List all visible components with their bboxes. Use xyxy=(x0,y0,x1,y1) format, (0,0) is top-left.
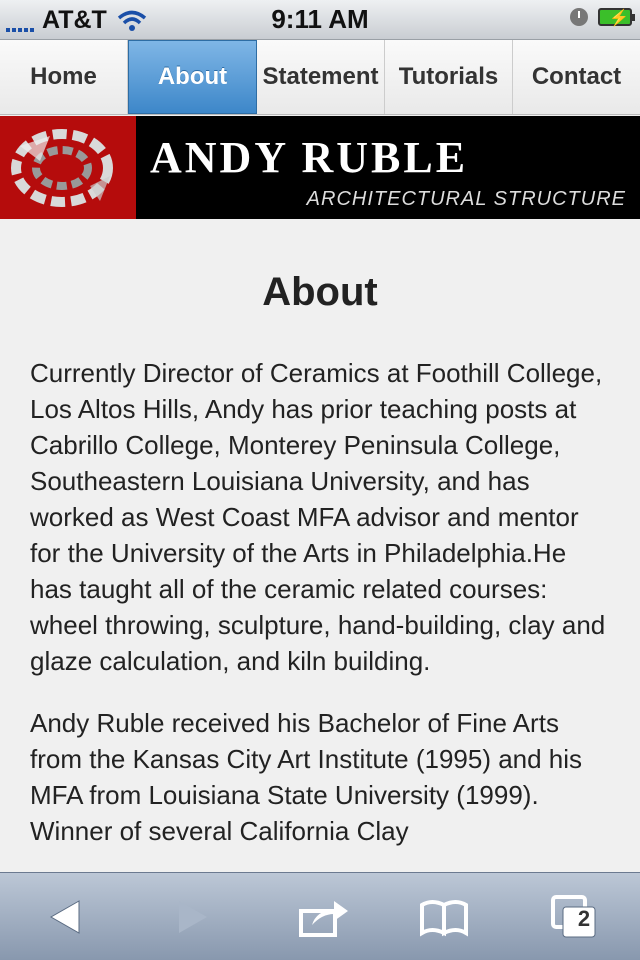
tabs-icon[interactable]: 2 xyxy=(544,893,604,941)
clock-icon xyxy=(570,8,588,26)
about-paragraph: Currently Director of Ceramics at Foothi… xyxy=(30,358,606,676)
share-icon[interactable] xyxy=(294,893,354,941)
site-banner[interactable]: ANDY RUBLE ARCHITECTURAL STRUCTURE xyxy=(0,116,640,219)
nav-about[interactable]: About xyxy=(128,40,257,114)
nav-contact[interactable]: Contact xyxy=(513,40,640,114)
page-title: About xyxy=(262,270,378,314)
main-content: About Currently Director of Ceramics at … xyxy=(0,220,640,872)
bookmarks-icon[interactable] xyxy=(414,893,474,941)
back-icon[interactable] xyxy=(35,893,95,941)
tab-count: 2 xyxy=(577,906,591,931)
banner-subtitle: ARCHITECTURAL STRUCTURE xyxy=(306,188,626,210)
status-right: ⚡ xyxy=(570,8,635,27)
browser-toolbar: 2 xyxy=(0,872,640,960)
nav-statement[interactable]: Statement xyxy=(257,40,385,114)
nav-tutorials[interactable]: Tutorials xyxy=(385,40,513,114)
about-paragraph: Andy Ruble received his Bachelor of Fine… xyxy=(30,708,583,846)
banner-title: ANDY RUBLE xyxy=(150,133,469,182)
status-time: 9:11 AM xyxy=(271,4,369,34)
nav-bar: Home About Statement Tutorials Contact xyxy=(0,40,640,115)
nav-home[interactable]: Home xyxy=(0,40,128,114)
logo-sculpture-image xyxy=(0,116,136,219)
forward-icon[interactable] xyxy=(163,893,223,941)
status-bar: AT&T 9:11 AM ⚡ xyxy=(0,0,640,40)
battery-icon: ⚡ xyxy=(598,8,635,27)
